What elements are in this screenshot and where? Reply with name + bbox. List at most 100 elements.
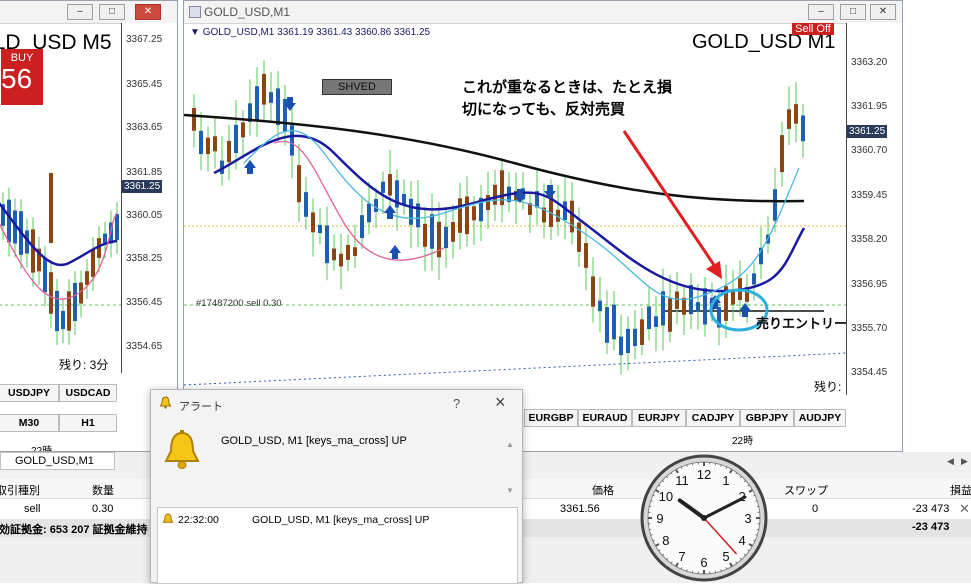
annotation-line: 切になっても、反対売買 [462, 99, 672, 121]
candle-body [360, 215, 364, 238]
candle-body [640, 319, 644, 345]
candle-body [444, 227, 448, 248]
candle-body [780, 135, 784, 172]
scroll-right-icon[interactable]: ▶ [961, 456, 968, 467]
alert-log-row[interactable]: 22:32:00 GOLD_USD, M1 [keys_ma_cross] UP [158, 511, 517, 529]
annotation-line: これが重なるときは、たとえ損 [462, 77, 672, 99]
candle-body [115, 214, 119, 240]
left-window-titlebar[interactable]: – □ ✕ [0, 1, 177, 24]
alert-title: アラート [179, 398, 223, 414]
scroll-left-icon[interactable]: ◀ [947, 456, 954, 467]
close-button[interactable]: ✕ [135, 4, 161, 20]
row-type: sell [24, 503, 41, 515]
order-label: #17487200 sell 0.30 [196, 298, 282, 309]
candle-body [612, 305, 616, 340]
symbol-tab[interactable]: EURAUD [578, 409, 632, 427]
close-position-icon[interactable]: ✕ [959, 501, 970, 517]
candle-body [570, 201, 574, 233]
clock-number: 10 [659, 489, 673, 504]
header-swap[interactable]: スワップ [784, 482, 828, 498]
symbol-tab[interactable]: AUDJPY [794, 409, 846, 427]
candle-body [682, 298, 686, 315]
candle-body [206, 138, 210, 155]
main-current-price: 3361.25 [847, 125, 887, 138]
candle-body [304, 192, 308, 217]
candle-body [402, 194, 406, 204]
maximize-button[interactable]: □ [840, 4, 866, 20]
maximize-button[interactable]: □ [99, 4, 125, 20]
clock-number: 12 [697, 467, 711, 482]
symbol-tab[interactable]: USDCAD [59, 384, 117, 402]
candle-body [801, 116, 805, 142]
candle-body [633, 329, 637, 346]
candle-body [318, 225, 322, 233]
symbol-tab[interactable]: EURJPY [632, 409, 686, 427]
main-window-titlebar[interactable]: GOLD_USD,M1 – □ ✕ [184, 1, 902, 24]
symbol-tab[interactable]: USDJPY [0, 384, 59, 402]
main-remaining-label: 残り: [814, 378, 841, 395]
help-button[interactable]: ? [453, 396, 460, 411]
candle-body [339, 254, 343, 267]
alert-message: GOLD_USD, M1 [keys_ma_cross] UP [221, 435, 407, 447]
alert-log-time: 22:32:00 [178, 514, 219, 526]
row-profit: -23 473 [912, 503, 949, 515]
close-button[interactable]: ✕ [870, 4, 896, 20]
up-arrow-icon [389, 245, 401, 259]
left-price-label: 3361.85 [126, 167, 162, 178]
minimize-button[interactable]: – [808, 4, 834, 20]
candle-body [696, 302, 700, 312]
candle-body [325, 225, 329, 263]
candle-body [31, 229, 35, 272]
left-chart-window: – □ ✕ GOLD_USD M5 BUY 56 3367.25 3365.45… [0, 0, 178, 452]
symbol-tab[interactable]: GBPJPY [740, 409, 794, 427]
scroll-up-icon[interactable]: ▲ [506, 440, 514, 449]
candle-body [486, 195, 490, 210]
row-swap: 0 [812, 503, 818, 515]
candle-body [374, 199, 378, 212]
candle-body [605, 307, 609, 343]
header-price[interactable]: 価格 [592, 482, 614, 498]
entry-label: 売りエントリー [756, 313, 847, 332]
candle-body [675, 292, 679, 309]
scroll-down-icon[interactable]: ▼ [506, 486, 514, 495]
row-price: 3361.56 [560, 503, 600, 515]
candle-body [213, 136, 217, 151]
candle-body [192, 108, 196, 131]
header-type[interactable]: 取引種別 [0, 482, 40, 498]
left-chart-plot [0, 23, 122, 373]
candle-body [49, 272, 53, 313]
minimize-button[interactable]: – [67, 4, 93, 20]
candle-body [577, 223, 581, 252]
candle-body [332, 249, 336, 261]
close-icon[interactable]: × [495, 392, 506, 413]
main-price-label: 3361.95 [851, 101, 887, 112]
main-price-label: 3360.70 [851, 145, 887, 156]
candle-body [367, 204, 371, 223]
candle-body [297, 165, 301, 202]
candle-body [591, 276, 595, 306]
candle-body [255, 86, 259, 121]
candle-body [430, 214, 434, 249]
candle-body [794, 104, 798, 124]
candle-body [7, 200, 11, 243]
up-arrow-icon [384, 205, 396, 219]
main-price-axis: 3363.20 3361.95 3361.25 3360.70 3359.45 … [846, 23, 903, 395]
bell-icon [162, 513, 174, 525]
candle-body [262, 74, 266, 105]
terminal-tab[interactable]: GOLD_USD,M1 [0, 452, 115, 470]
timeframe-tab[interactable]: M30 [0, 414, 59, 432]
left-current-price: 3361.25 [122, 180, 162, 193]
candle-body [388, 174, 392, 196]
left-time-label: 22時 [31, 442, 52, 452]
header-profit[interactable]: 損益 [950, 482, 971, 498]
left-price-label: 3356.45 [126, 297, 162, 308]
candle-body [787, 109, 791, 129]
symbol-tab[interactable]: CADJPY [686, 409, 740, 427]
left-price-label: 3367.25 [126, 34, 162, 45]
header-volume[interactable]: 数量 [92, 482, 114, 498]
timeframe-tab[interactable]: H1 [59, 414, 117, 432]
candle-body [269, 92, 273, 103]
candle-body [654, 316, 658, 327]
symbol-tab[interactable]: EURGBP [524, 409, 578, 427]
candle-body [353, 247, 357, 256]
